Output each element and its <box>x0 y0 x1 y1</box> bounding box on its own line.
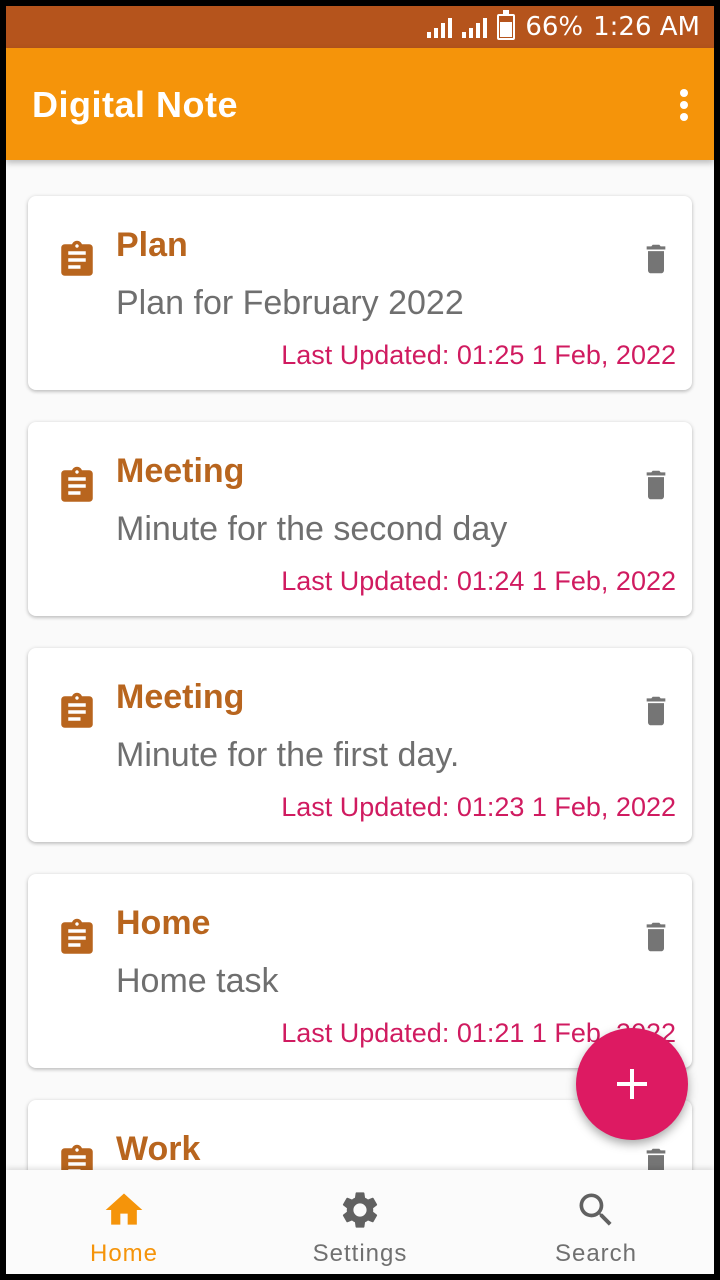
nav-search[interactable]: Search <box>478 1170 714 1274</box>
clipboard-icon <box>56 688 98 736</box>
note-title: Plan <box>116 226 188 264</box>
note-last-updated: Last Updated: 01:23 1 Feb, 2022 <box>281 792 676 822</box>
add-note-button[interactable] <box>576 1028 688 1140</box>
clipboard-icon <box>56 914 98 962</box>
delete-icon[interactable] <box>640 240 672 278</box>
bottom-navigation: Home Settings Search <box>6 1170 714 1274</box>
status-bar: 66% 1:26 AM <box>6 6 714 48</box>
note-card[interactable]: Plan Plan for February 2022 Last Updated: … <box>28 196 692 390</box>
note-title: Work <box>116 1130 201 1168</box>
battery-icon <box>497 10 516 40</box>
plus-icon <box>617 1069 647 1099</box>
signal-icon-2 <box>462 16 488 38</box>
note-card[interactable]: Meeting Minute for the first day. Last Upd… <box>28 648 692 842</box>
nav-search-label: Search <box>554 1240 638 1267</box>
app-bar: Digital Note <box>6 48 714 160</box>
note-last-updated: Last Updated: 01:25 1 Feb, 2022 <box>281 340 676 370</box>
delete-icon[interactable] <box>640 466 672 504</box>
search-icon <box>579 1193 612 1226</box>
delete-icon[interactable] <box>640 1144 672 1170</box>
status-time: 1:26 AM <box>593 12 700 42</box>
note-title: Meeting <box>116 678 245 716</box>
clipboard-icon <box>56 236 98 284</box>
note-card[interactable]: Meeting Minute for the second day Last Upd… <box>28 422 692 616</box>
clipboard-icon <box>56 462 98 510</box>
note-body: Plan for February 2022 <box>116 284 464 322</box>
delete-icon[interactable] <box>640 692 672 730</box>
app-title: Digital Note <box>32 84 239 125</box>
status-indicators: 66% 1:26 AM <box>427 6 700 48</box>
gear-icon <box>342 1192 378 1228</box>
more-vert-icon[interactable] <box>672 86 696 126</box>
delete-icon[interactable] <box>640 918 672 956</box>
note-title: Meeting <box>116 452 245 490</box>
note-body: Minute for the second day <box>116 510 508 548</box>
home-icon <box>105 1193 143 1225</box>
nav-home[interactable]: Home <box>6 1170 242 1274</box>
note-card[interactable]: Home Home task Last Updated: 01:21 1 Feb, … <box>28 874 692 1068</box>
note-body: Home task <box>116 962 279 1000</box>
note-body: Minute for the first day. <box>116 736 460 774</box>
note-last-updated: Last Updated: 01:24 1 Feb, 2022 <box>281 566 676 596</box>
nav-settings-label: Settings <box>312 1240 408 1267</box>
notes-list[interactable]: Plan Plan for February 2022 Last Updated: … <box>6 160 714 1170</box>
note-title: Home <box>116 904 211 942</box>
clipboard-icon <box>56 1140 98 1170</box>
nav-settings[interactable]: Settings <box>242 1170 478 1274</box>
signal-icon <box>427 16 453 38</box>
screen: 66% 1:26 AM Digital Note Plan Plan for Fe… <box>0 0 720 1280</box>
battery-percent: 66% <box>525 12 584 42</box>
nav-home-label: Home <box>89 1240 159 1267</box>
